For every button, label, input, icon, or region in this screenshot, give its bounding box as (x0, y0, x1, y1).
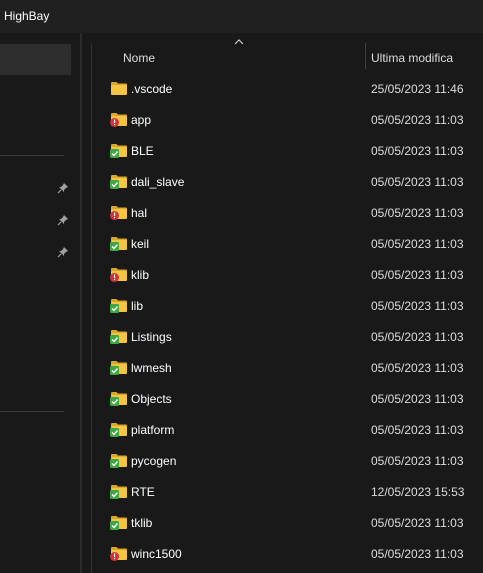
file-name: winc1500 (131, 547, 182, 561)
folder-icon (110, 236, 128, 251)
folder-icon (110, 329, 128, 344)
file-modified: 05/05/2023 11:03 (371, 423, 464, 437)
navigation-pane (0, 33, 82, 573)
file-row[interactable]: app 05/05/2023 11:03 (92, 104, 483, 135)
folder-icon (110, 484, 128, 499)
file-row[interactable]: dali_slave 05/05/2023 11:03 (92, 166, 483, 197)
file-modified: 05/05/2023 11:03 (371, 299, 464, 313)
file-name: Objects (131, 392, 172, 406)
chevron-up-icon (234, 39, 244, 45)
nav-item-selected[interactable] (0, 44, 71, 75)
file-name: Listings (131, 330, 172, 344)
folder-icon (110, 546, 128, 561)
nav-divider (0, 411, 64, 412)
file-modified: 05/05/2023 11:03 (371, 454, 464, 468)
pane-splitter[interactable] (80, 33, 82, 573)
folder-icon (110, 112, 128, 127)
folder-icon (110, 205, 128, 220)
file-name: .vscode (131, 82, 173, 96)
file-modified: 05/05/2023 11:03 (371, 392, 464, 406)
file-modified: 05/05/2023 11:03 (371, 175, 464, 189)
file-row[interactable]: lib 05/05/2023 11:03 (92, 290, 483, 321)
file-row[interactable]: .vscode 25/05/2023 11:46 (92, 73, 483, 104)
folder-icon (110, 267, 128, 282)
file-row[interactable]: RTE 12/05/2023 15:53 (92, 476, 483, 507)
file-row[interactable]: tklib 05/05/2023 11:03 (92, 507, 483, 538)
column-header: Nome Ultima modifica (92, 33, 483, 73)
file-name: lwmesh (131, 361, 172, 375)
file-modified: 05/05/2023 11:03 (371, 113, 464, 127)
file-row[interactable]: Objects 05/05/2023 11:03 (92, 383, 483, 414)
file-modified: 05/05/2023 11:03 (371, 268, 464, 282)
title-bar: HighBay (0, 0, 483, 33)
file-row[interactable]: pycogen 05/05/2023 11:03 (92, 445, 483, 476)
column-header-name[interactable]: Nome (123, 51, 155, 65)
file-name: lib (131, 299, 144, 313)
folder-icon (110, 515, 128, 530)
file-name: keil (131, 237, 150, 251)
file-modified: 05/05/2023 11:03 (371, 547, 464, 561)
file-name: tklib (131, 516, 153, 530)
folder-icon (110, 360, 128, 375)
folder-icon (110, 81, 128, 96)
folder-icon (110, 298, 128, 313)
file-row[interactable]: klib 05/05/2023 11:03 (92, 259, 483, 290)
column-header-modified[interactable]: Ultima modifica (371, 51, 453, 65)
folder-icon (110, 391, 128, 406)
folder-icon (110, 422, 128, 437)
file-row[interactable]: hal 05/05/2023 11:03 (92, 197, 483, 228)
folder-icon (110, 174, 128, 189)
file-modified: 05/05/2023 11:03 (371, 361, 464, 375)
column-separator[interactable] (365, 43, 366, 69)
file-name: klib (131, 268, 150, 282)
file-modified: 05/05/2023 11:03 (371, 516, 464, 530)
file-row[interactable]: platform 05/05/2023 11:03 (92, 414, 483, 445)
file-row[interactable]: winc1500 05/05/2023 11:03 (92, 538, 483, 569)
file-modified: 05/05/2023 11:03 (371, 144, 464, 158)
file-name: dali_slave (131, 175, 185, 189)
file-modified: 12/05/2023 15:53 (371, 485, 465, 499)
window-title: HighBay (4, 9, 50, 23)
file-modified: 05/05/2023 11:03 (371, 237, 464, 251)
pin-icon[interactable] (57, 246, 69, 258)
file-row[interactable]: Listings 05/05/2023 11:03 (92, 321, 483, 352)
file-row[interactable]: keil 05/05/2023 11:03 (92, 228, 483, 259)
file-name: pycogen (131, 454, 177, 468)
file-name: platform (131, 423, 175, 437)
pin-icon[interactable] (57, 214, 69, 226)
nav-divider (0, 155, 64, 156)
file-row[interactable]: BLE 05/05/2023 11:03 (92, 135, 483, 166)
file-row[interactable]: lwmesh 05/05/2023 11:03 (92, 352, 483, 383)
file-list: .vscode 25/05/2023 11:46 app 05/05/2023 … (92, 73, 483, 569)
folder-icon (110, 453, 128, 468)
file-modified: 25/05/2023 11:46 (371, 82, 464, 96)
folder-icon (110, 143, 128, 158)
file-name: RTE (131, 485, 155, 499)
file-name: app (131, 113, 152, 127)
file-name: BLE (131, 144, 154, 158)
file-modified: 05/05/2023 11:03 (371, 206, 464, 220)
pin-icon[interactable] (57, 182, 69, 194)
file-name: hal (131, 206, 148, 220)
file-modified: 05/05/2023 11:03 (371, 330, 464, 344)
